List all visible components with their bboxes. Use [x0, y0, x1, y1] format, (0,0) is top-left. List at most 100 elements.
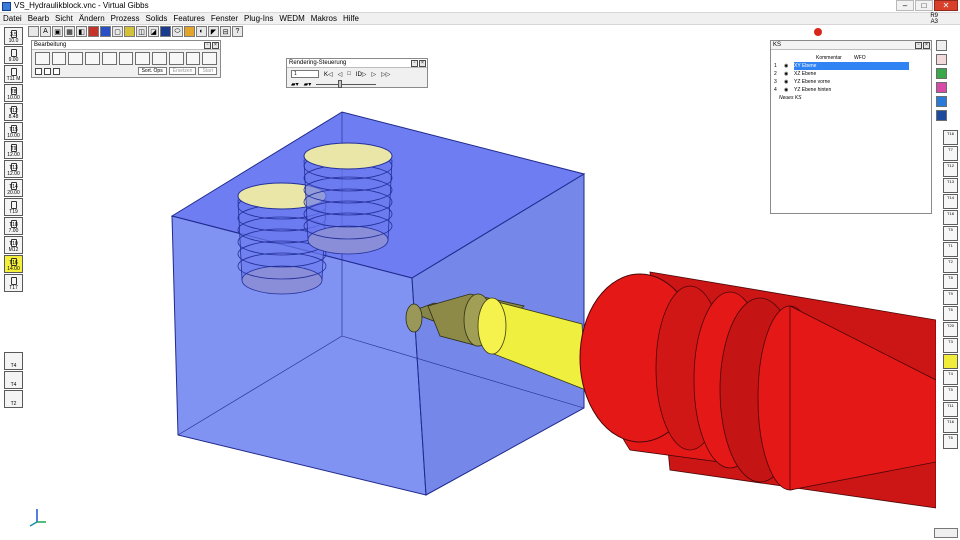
tool-item[interactable]: T18 [943, 210, 958, 225]
view-wire-icon[interactable]: ▢ [112, 26, 123, 37]
panel-close-button[interactable]: × [419, 60, 426, 67]
tool-item[interactable]: T4 [4, 371, 23, 389]
ersetzen-button[interactable]: Ersetzen [168, 67, 197, 75]
tool-item[interactable]: 9.00 [4, 46, 23, 64]
scroll-button[interactable] [934, 528, 958, 538]
new-ks-link[interactable]: Neues KS [779, 95, 931, 101]
table-row[interactable]: 2 ◉ XZ Ebene [774, 70, 909, 78]
checkbox-icon[interactable] [44, 67, 51, 75]
op-icon[interactable] [185, 52, 201, 65]
table-row[interactable]: 3 ◉ YZ Ebene vorne [774, 78, 909, 86]
toolbar-icon[interactable] [936, 110, 947, 121]
tool-item[interactable]: T6 [943, 434, 958, 449]
view-shaded-icon[interactable] [100, 26, 111, 37]
menu-wedm[interactable]: WEDM [279, 14, 304, 23]
tool-item[interactable]: T4 [943, 370, 958, 385]
menu-features[interactable]: Features [173, 14, 205, 23]
view-rotate-icon[interactable]: ⬭ [172, 26, 183, 37]
view-section-icon[interactable] [160, 26, 171, 37]
op-icon[interactable] [152, 52, 167, 65]
view-fit-icon[interactable]: ◪ [148, 26, 159, 37]
minimize-button[interactable]: – [896, 0, 914, 11]
step-field[interactable]: 1 [291, 70, 319, 78]
tool-item[interactable]: T5 [943, 226, 958, 241]
stop-button[interactable]: □ [347, 71, 351, 77]
tool-item[interactable]: T1 [943, 242, 958, 257]
tool-item[interactable]: T20 [943, 322, 958, 337]
tool-item[interactable]: T5 [943, 386, 958, 401]
menu-fenster[interactable]: Fenster [211, 14, 238, 23]
tool-item[interactable]: T2 [4, 390, 23, 408]
eye-icon[interactable]: ◉ [784, 70, 794, 78]
tool-item[interactable]: T11 [943, 402, 958, 417]
tool-item[interactable]: T16 [943, 130, 958, 145]
tool-item[interactable]: T2 [943, 258, 958, 273]
view-box-icon[interactable] [28, 26, 39, 37]
tool-item[interactable]: T10 M12 [4, 236, 23, 254]
menu-hilfe[interactable]: Hilfe [343, 14, 359, 23]
tool-item[interactable]: T13 [943, 178, 958, 193]
layer-icon[interactable] [936, 40, 947, 51]
stop-icon[interactable] [814, 28, 822, 36]
menu-aendern[interactable]: Ändern [79, 14, 105, 23]
render-mode-icon[interactable]: ▰▾ [291, 81, 299, 88]
op-icon[interactable] [168, 52, 184, 65]
tool-item[interactable]: T12 [943, 162, 958, 177]
tool-item[interactable]: T17 [4, 274, 23, 292]
speed-slider[interactable] [316, 80, 377, 88]
panel-close-button[interactable]: × [923, 42, 930, 49]
view-perspective-icon[interactable] [124, 26, 135, 37]
tool-item[interactable]: T12 8.48 [4, 103, 23, 121]
view-render-icon[interactable]: ⊟ [220, 26, 231, 37]
tool-item[interactable]: T3 [943, 338, 958, 353]
palette-icon[interactable] [936, 82, 947, 93]
panel-minimize-button[interactable]: ▫ [915, 42, 922, 49]
step-forward-button[interactable]: ID▷ [356, 71, 367, 78]
view-iso-icon[interactable]: ◧ [76, 26, 87, 37]
menu-makros[interactable]: Makros [311, 14, 337, 23]
tool-item[interactable]: T9 [943, 290, 958, 305]
view-tool-icon[interactable]: ◐ [196, 26, 207, 37]
tool-item[interactable]: T7 [943, 146, 958, 161]
view-solid-icon[interactable] [88, 26, 99, 37]
panel-minimize-button[interactable]: ▫ [204, 42, 211, 49]
view-material-icon[interactable] [184, 26, 195, 37]
op-icon[interactable] [68, 52, 84, 65]
menu-solids[interactable]: Solids [146, 14, 168, 23]
sort-ops-button[interactable]: Sort. Ops [137, 67, 167, 75]
tool-item[interactable]: T8 10.00 [4, 84, 23, 102]
step-back-button[interactable]: ◁ [338, 71, 343, 78]
fast-forward-button[interactable]: ▷▷ [381, 71, 390, 78]
menu-datei[interactable]: Datei [3, 14, 22, 23]
tool-item[interactable]: T8 [943, 274, 958, 289]
ks-icon[interactable] [936, 54, 947, 65]
table-row[interactable]: 1 ◉ XY Ebene [774, 62, 909, 70]
solid-icon[interactable] [936, 96, 947, 107]
group-icon[interactable] [936, 68, 947, 79]
panel-minimize-button[interactable]: ▫ [411, 60, 418, 67]
tool-item[interactable]: T9 12.00 [4, 141, 23, 159]
tool-item-active[interactable]: T16 14.00 [4, 255, 23, 273]
tool-item[interactable]: T13 12.00 [4, 160, 23, 178]
op-icon[interactable] [135, 52, 151, 65]
tool-item[interactable]: T6 [943, 306, 958, 321]
eye-icon[interactable]: ◉ [784, 78, 794, 86]
eye-icon[interactable]: ◉ [784, 62, 794, 70]
tool-item[interactable]: T16 [943, 418, 958, 433]
view-top-icon[interactable]: A [40, 26, 51, 37]
tool-item[interactable]: T14 20.00 [4, 179, 23, 197]
view-help-icon[interactable]: ? [232, 26, 243, 37]
tool-item[interactable]: T19 [4, 198, 23, 216]
start-button[interactable]: Start [198, 67, 217, 75]
tool-item[interactable]: T11 M [4, 65, 23, 83]
eye-icon[interactable]: ◉ [784, 86, 794, 94]
menu-prozess[interactable]: Prozess [111, 14, 140, 23]
op-icon[interactable] [101, 52, 117, 65]
tool-item[interactable]: 3.5 10.0 [4, 27, 23, 45]
op-icon[interactable] [118, 52, 134, 65]
op-icon[interactable] [202, 52, 218, 65]
view-front-icon[interactable]: ▣ [52, 26, 63, 37]
op-icon[interactable] [85, 52, 100, 65]
skip-back-button[interactable]: K◁ [324, 71, 333, 78]
menu-plugins[interactable]: Plug-Ins [244, 14, 273, 23]
